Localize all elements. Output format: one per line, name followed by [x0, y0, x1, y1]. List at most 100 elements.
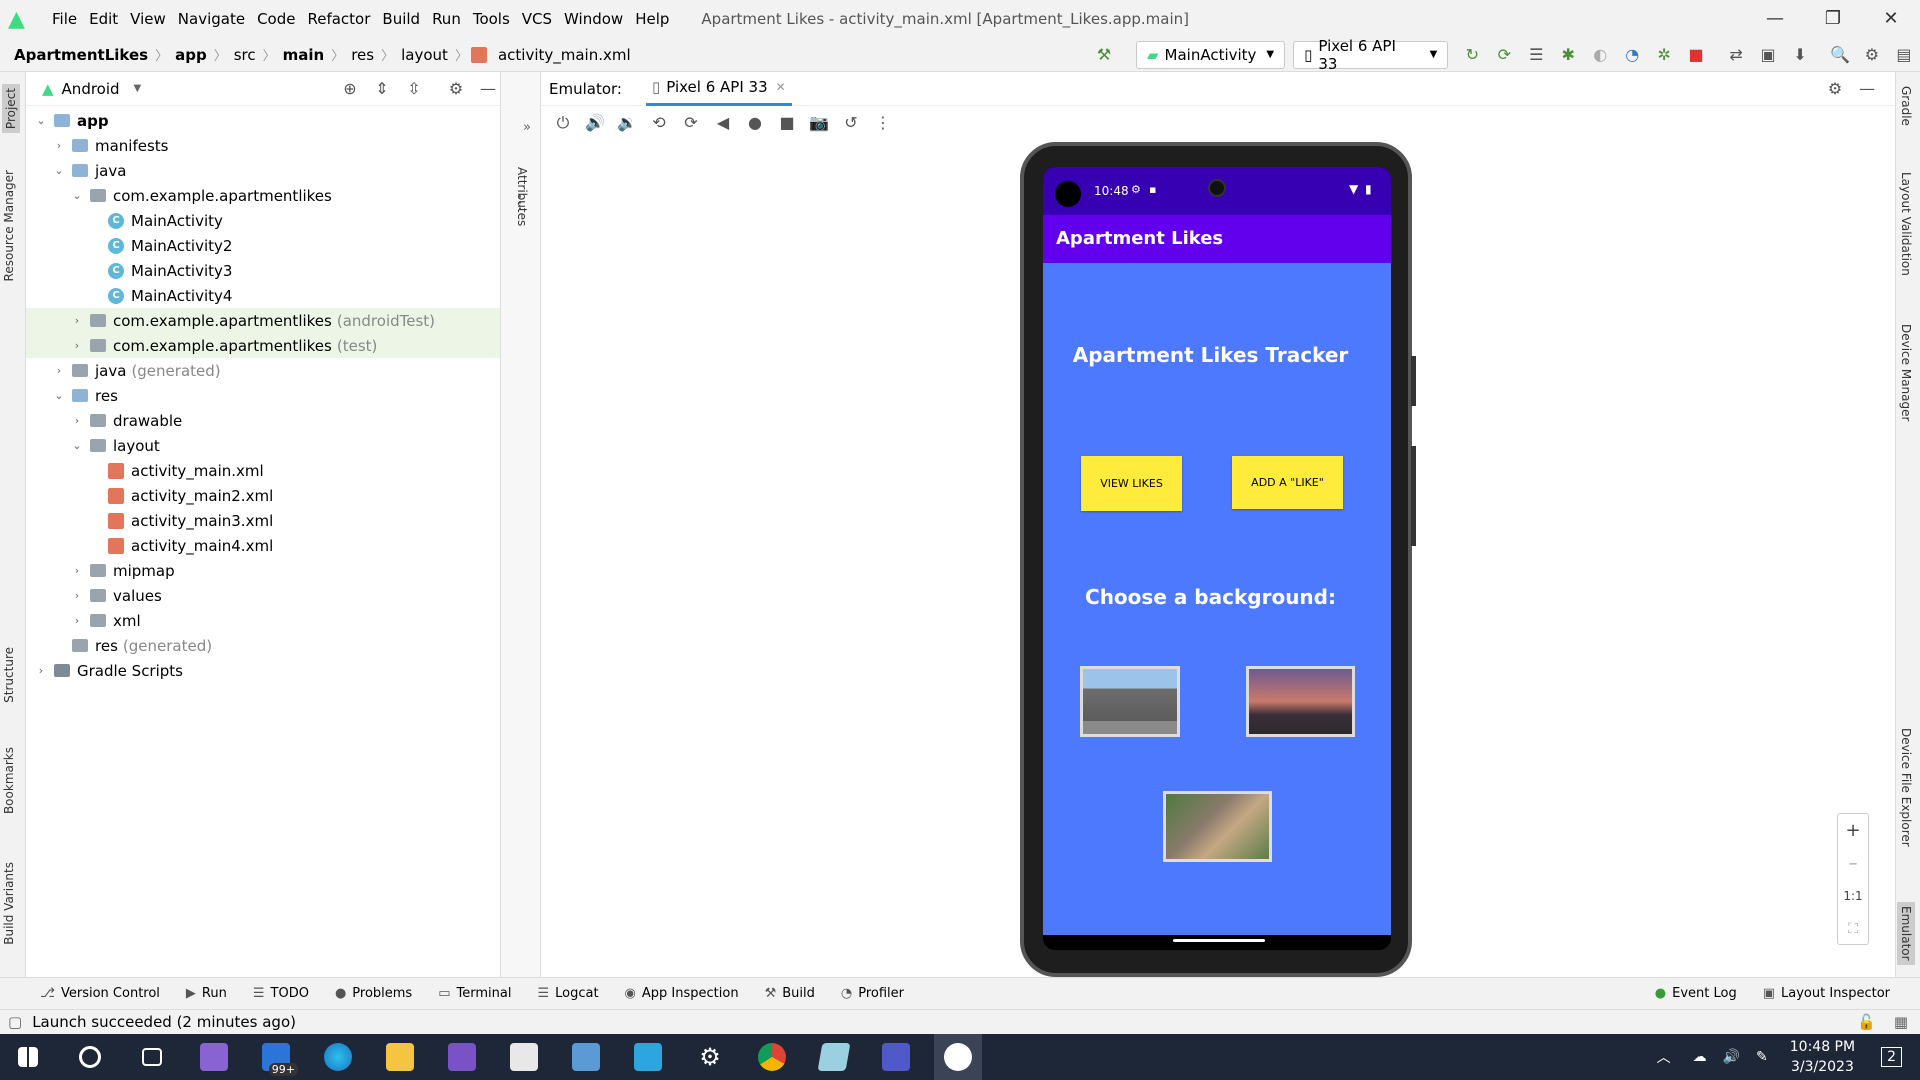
windows-start-icon[interactable]	[4, 1034, 52, 1080]
menu-window[interactable]: Window	[558, 0, 629, 38]
tree-item[interactable]: activity_main.xml	[26, 458, 500, 483]
back-icon[interactable]: ◀	[709, 109, 737, 137]
menu-code[interactable]: Code	[251, 0, 301, 38]
more-vert-icon[interactable]: ⋮	[869, 109, 897, 137]
gesture-bar[interactable]	[1173, 939, 1265, 942]
camera-icon[interactable]: 📷	[805, 109, 833, 137]
project-view-dropdown[interactable]: Android	[62, 80, 120, 98]
coverage-icon[interactable]: ◐	[1586, 41, 1614, 69]
tree-item[interactable]: › mipmap	[26, 558, 500, 583]
tree-item[interactable]: C MainActivity4	[26, 283, 500, 308]
chevron-right-icon[interactable]: ›	[34, 664, 48, 677]
search-icon[interactable]	[66, 1034, 114, 1080]
tab-project[interactable]: Project	[2, 84, 20, 134]
add-like-button[interactable]: ADD A "LIKE"	[1232, 456, 1343, 509]
memory-icon[interactable]: ▦	[1894, 1013, 1908, 1031]
tab-attributes[interactable]: Attributes	[515, 167, 529, 226]
tree-item[interactable]: C MainActivity3	[26, 258, 500, 283]
chevron-right-icon[interactable]: ›	[70, 614, 84, 627]
chevron-down-icon[interactable]: ⌄	[52, 164, 66, 177]
gear-icon[interactable]: ⚙	[1821, 75, 1849, 103]
tree-item[interactable]: › manifests	[26, 133, 500, 158]
tree-item[interactable]: ⌄ layout	[26, 433, 500, 458]
tree-item[interactable]: activity_main2.xml	[26, 483, 500, 508]
tree-item[interactable]: › com.example.apartmentlikes (test)	[26, 333, 500, 358]
tree-item[interactable]: › values	[26, 583, 500, 608]
attach-debugger-icon[interactable]: ✲	[1650, 41, 1678, 69]
menu-run[interactable]: Run	[426, 0, 467, 38]
tab-device-manager[interactable]: Device Manager	[1899, 324, 1913, 421]
expand-icon[interactable]: »	[523, 120, 531, 135]
menu-edit[interactable]: Edit	[83, 0, 124, 38]
visual-studio-icon[interactable]	[190, 1034, 238, 1080]
chevron-right-icon[interactable]: ›	[70, 564, 84, 577]
background-option-1[interactable]	[1080, 666, 1180, 737]
expand-all-icon[interactable]: ⇕	[368, 75, 396, 103]
file-explorer-icon[interactable]	[376, 1034, 424, 1080]
breadcrumb-item[interactable]: src	[230, 46, 260, 64]
menu-build[interactable]: Build	[376, 0, 426, 38]
tab-layout-inspector[interactable]: ▣ Layout Inspector	[1763, 986, 1890, 1001]
chevron-down-icon[interactable]: ⌄	[70, 189, 84, 202]
tree-item[interactable]: activity_main4.xml	[26, 533, 500, 558]
pen-icon[interactable]: ✎	[1756, 1049, 1768, 1065]
tab-todo[interactable]: ☰ TODO	[253, 986, 309, 1001]
tab-build-variants[interactable]: Build Variants	[2, 862, 16, 945]
tree-item[interactable]: › Gradle Scripts	[26, 658, 500, 683]
user-icon[interactable]: ▤	[1890, 41, 1918, 69]
tab-version-control[interactable]: ⎇ Version Control	[40, 986, 160, 1001]
chevron-up-icon[interactable]: ︿	[1657, 1047, 1671, 1067]
tab-terminal[interactable]: ▭ Terminal	[438, 986, 511, 1001]
tab-emulator[interactable]: Emulator	[1897, 902, 1915, 965]
tab-build[interactable]: ⚒ Build	[765, 986, 815, 1001]
tab-layout-validation[interactable]: Layout Validation	[1899, 172, 1913, 276]
menu-help[interactable]: Help	[629, 0, 675, 38]
chevron-right-icon[interactable]: ›	[70, 339, 84, 352]
locate-icon[interactable]: ⊕	[336, 75, 364, 103]
zoom-actual-button[interactable]: 1:1	[1838, 880, 1868, 913]
whiteboard-icon[interactable]	[624, 1034, 672, 1080]
chevron-down-icon[interactable]: ▼	[134, 83, 142, 94]
volume-icon[interactable]: 🔊	[1723, 1049, 1740, 1065]
breadcrumb-item[interactable]: res	[347, 46, 378, 64]
chevron-down-icon[interactable]: ⌄	[52, 389, 66, 402]
volume-down-icon[interactable]: 🔉	[613, 109, 641, 137]
tree-item[interactable]: › java (generated)	[26, 358, 500, 383]
minimize-icon[interactable]: —	[1746, 0, 1804, 38]
breadcrumb-item[interactable]: activity_main.xml	[494, 46, 635, 64]
tree-item[interactable]: › xml	[26, 608, 500, 633]
chevron-right-icon[interactable]: ›	[70, 414, 84, 427]
tree-item[interactable]: › com.example.apartmentlikes (androidTest)	[26, 308, 500, 333]
tree-item[interactable]: › drawable	[26, 408, 500, 433]
chevron-right-icon[interactable]: ›	[70, 314, 84, 327]
tab-gradle[interactable]: Gradle	[1899, 86, 1913, 126]
home-icon[interactable]: ●	[741, 109, 769, 137]
menu-vcs[interactable]: VCS	[516, 0, 558, 38]
tab-bookmarks[interactable]: Bookmarks	[2, 747, 16, 814]
breadcrumb-item[interactable]: main	[279, 46, 329, 64]
tab-structure[interactable]: Structure	[2, 647, 16, 703]
zoom-fit-icon[interactable]: ⛶	[1838, 913, 1868, 946]
menu-refactor[interactable]: Refactor	[301, 0, 376, 38]
tab-resource-manager[interactable]: Resource Manager	[2, 170, 16, 281]
profile-icon[interactable]: ◔	[1618, 41, 1646, 69]
tab-logcat[interactable]: ☰ Logcat	[537, 986, 598, 1001]
run-config-dropdown[interactable]: ▰ MainActivity ▼	[1135, 40, 1286, 69]
apply-code-changes-icon[interactable]: ⟳	[1490, 41, 1518, 69]
search-icon[interactable]: 🔍	[1826, 41, 1854, 69]
tree-item[interactable]: activity_main3.xml	[26, 508, 500, 533]
tab-emulator-device[interactable]: ▯ Pixel 6 API 33 ✕	[645, 72, 792, 106]
hide-icon[interactable]: —	[474, 75, 502, 103]
device-manager-icon[interactable]: ▣	[1754, 41, 1782, 69]
edge-icon[interactable]	[314, 1034, 362, 1080]
view-likes-button[interactable]: VIEW LIKES	[1081, 456, 1182, 511]
tab-problems[interactable]: ● Problems	[335, 986, 412, 1001]
tree-item[interactable]: ⌄ java	[26, 158, 500, 183]
collapse-all-icon[interactable]: ⇳	[400, 75, 428, 103]
menu-tools[interactable]: Tools	[467, 0, 516, 38]
breadcrumb-item[interactable]: app	[171, 46, 211, 64]
chevron-down-icon[interactable]: ⌄	[34, 114, 48, 127]
restore-icon[interactable]: ❐	[1804, 0, 1862, 38]
square-icon[interactable]: ▢	[8, 1013, 22, 1031]
settings-icon[interactable]: ⚙	[686, 1034, 734, 1080]
